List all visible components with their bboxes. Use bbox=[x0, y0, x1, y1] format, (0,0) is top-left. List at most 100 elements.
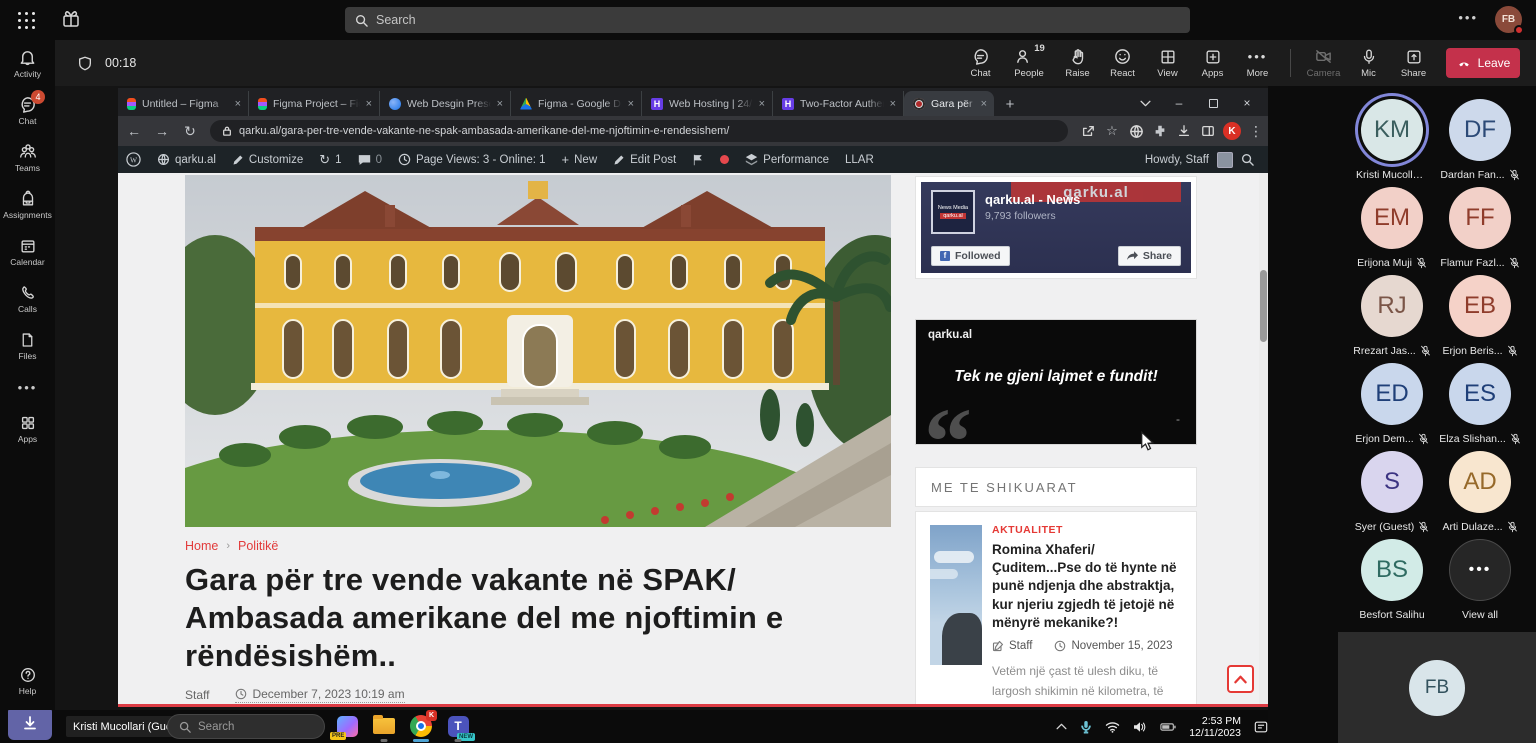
participant-avatar[interactable]: DF bbox=[1449, 99, 1511, 161]
tab-close-icon[interactable]: × bbox=[759, 98, 765, 110]
facebook-page-logo[interactable]: News Media qarku.al bbox=[931, 190, 975, 234]
participant-tile[interactable]: EB Erjon Beris... bbox=[1436, 275, 1524, 363]
meeting-view-button[interactable]: View bbox=[1145, 41, 1190, 85]
tab-close-icon[interactable]: × bbox=[366, 98, 372, 110]
browser-tab[interactable]: H Web Hosting | 24/7 S × bbox=[642, 91, 773, 116]
article-author[interactable]: Staff bbox=[185, 688, 209, 702]
tab-close-icon[interactable]: × bbox=[981, 98, 987, 110]
wp-status-dot[interactable] bbox=[712, 146, 737, 173]
side-panel-icon[interactable] bbox=[1196, 120, 1220, 142]
tab-close-icon[interactable]: × bbox=[235, 98, 241, 110]
download-app-button[interactable] bbox=[8, 706, 52, 740]
participant-avatar[interactable]: ED bbox=[1361, 363, 1423, 425]
breadcrumb-home-link[interactable]: Home bbox=[185, 539, 218, 553]
wp-flag-icon[interactable] bbox=[684, 146, 712, 173]
wp-customize[interactable]: Customize bbox=[224, 146, 311, 173]
rail-item-teams[interactable]: Teams bbox=[0, 134, 55, 181]
browser-tab[interactable]: Web Desgin Presenta × bbox=[380, 91, 511, 116]
rail-item-calendar[interactable]: Calendar bbox=[0, 228, 55, 275]
view-all-icon[interactable]: ••• bbox=[1449, 539, 1511, 601]
rail-item-calls[interactable]: Calls bbox=[0, 275, 55, 322]
tray-chevron-icon[interactable] bbox=[1056, 723, 1067, 730]
chrome-menu-icon[interactable]: ⋮ bbox=[1244, 120, 1268, 142]
tray-clock[interactable]: 2:53 PM 12/11/2023 bbox=[1189, 715, 1241, 739]
chrome-profile-avatar[interactable]: K bbox=[1223, 122, 1241, 140]
forward-button[interactable]: → bbox=[150, 119, 174, 143]
participant-avatar[interactable]: BS bbox=[1361, 539, 1423, 601]
facebook-followed-button[interactable]: f Followed bbox=[931, 246, 1010, 266]
rail-item-activity[interactable]: Activity bbox=[0, 40, 55, 87]
back-button[interactable]: ← bbox=[122, 119, 146, 143]
tray-battery-icon[interactable] bbox=[1160, 722, 1176, 732]
address-bar[interactable]: qarku.al/gara-per-tre-vende-vakante-ne-s… bbox=[210, 120, 1068, 142]
tray-volume-icon[interactable] bbox=[1133, 721, 1147, 733]
extensions-puzzle-icon[interactable] bbox=[1148, 120, 1172, 142]
participant-tile[interactable]: ES Elza Slishan... bbox=[1436, 363, 1524, 451]
tabsearch-chevron-icon[interactable] bbox=[1128, 90, 1162, 116]
participant-tile[interactable]: RJ Rrezart Jas... bbox=[1348, 275, 1436, 363]
facebook-share-button[interactable]: Share bbox=[1118, 246, 1181, 266]
rail-item-chat[interactable]: Chat 4 bbox=[0, 87, 55, 134]
meeting-chat-button[interactable]: Chat bbox=[958, 41, 1003, 85]
meeting-people-button[interactable]: 19 People bbox=[1003, 41, 1055, 85]
window-minimize-button[interactable]: – bbox=[1162, 90, 1196, 116]
meeting-camera-button[interactable]: Camera bbox=[1301, 41, 1346, 85]
wp-edit-post[interactable]: Edit Post bbox=[605, 146, 684, 173]
participant-avatar[interactable]: EM bbox=[1361, 187, 1423, 249]
meeting-apps-button[interactable]: Apps bbox=[1190, 41, 1235, 85]
notification-center-icon[interactable] bbox=[1254, 720, 1268, 734]
file-explorer-taskbar-icon[interactable] bbox=[371, 713, 397, 739]
tray-wifi-icon[interactable] bbox=[1105, 721, 1120, 733]
wp-search-icon[interactable] bbox=[1241, 153, 1254, 166]
participant-tile[interactable]: BS Besfort Salihu bbox=[1348, 539, 1436, 627]
participant-avatar[interactable]: AD bbox=[1449, 451, 1511, 513]
rail-item-more[interactable]: ••• bbox=[0, 369, 55, 405]
tab-close-icon[interactable]: × bbox=[890, 98, 896, 110]
widgets-taskbar-icon[interactable]: PRE bbox=[334, 713, 360, 739]
chrome-taskbar-icon[interactable]: K bbox=[408, 713, 434, 739]
tab-close-icon[interactable]: × bbox=[628, 98, 634, 110]
participant-tile[interactable]: EM Erijona Muji bbox=[1348, 187, 1436, 275]
participant-avatar[interactable]: S bbox=[1361, 451, 1423, 513]
breadcrumb-section-link[interactable]: Politikë bbox=[238, 539, 278, 553]
waffle-menu-icon[interactable] bbox=[18, 12, 36, 30]
participant-avatar[interactable]: KM bbox=[1361, 99, 1423, 161]
browser-tab[interactable]: H Two-Factor Authentic × bbox=[773, 91, 904, 116]
new-tab-button[interactable]: + bbox=[998, 92, 1022, 116]
wp-user-avatar[interactable] bbox=[1217, 152, 1233, 168]
card-title[interactable]: Romina Xhaferi/Çuditem...Pse do të hynte… bbox=[992, 541, 1182, 632]
taskbar-search[interactable]: Search bbox=[167, 714, 325, 739]
page-scrollbar[interactable] bbox=[1259, 173, 1268, 705]
downloads-icon[interactable] bbox=[1172, 120, 1196, 142]
meeting-share-button[interactable]: Share bbox=[1391, 41, 1436, 85]
card-category[interactable]: AKTUALITET bbox=[992, 524, 1182, 536]
extension-globe-icon[interactable] bbox=[1124, 120, 1148, 142]
wp-page-views[interactable]: Page Views: 3 - Online: 1 bbox=[390, 146, 554, 173]
meeting-react-button[interactable]: React bbox=[1100, 41, 1145, 85]
most-viewed-card[interactable]: AKTUALITET Romina Xhaferi/Çuditem...Pse … bbox=[915, 511, 1197, 705]
meeting-mic-button[interactable]: Mic bbox=[1346, 41, 1391, 85]
meeting-raise-button[interactable]: Raise bbox=[1055, 41, 1100, 85]
teams-search-input[interactable]: Search bbox=[345, 7, 1190, 33]
wp-howdy[interactable]: Howdy, Staff bbox=[1145, 154, 1209, 166]
participant-tile[interactable]: DF Dardan Fan... bbox=[1436, 99, 1524, 187]
participant-tile[interactable]: FF Flamur Fazl... bbox=[1436, 187, 1524, 275]
wp-new[interactable]: + New bbox=[554, 146, 606, 173]
participant-tile[interactable]: ED Erjon Dem... bbox=[1348, 363, 1436, 451]
tray-mic-icon[interactable] bbox=[1080, 720, 1092, 734]
facebook-page-name[interactable]: qarku.al - News bbox=[985, 192, 1080, 207]
rail-item-assignments[interactable]: Assignments bbox=[0, 181, 55, 228]
participant-tile[interactable]: S Syer (Guest) bbox=[1348, 451, 1436, 539]
scroll-to-top-button[interactable] bbox=[1227, 665, 1254, 693]
view-all-tile[interactable]: ••• View all bbox=[1436, 539, 1524, 627]
titlebar-avatar[interactable]: FB bbox=[1495, 6, 1522, 33]
wp-site-menu[interactable]: qarku.al bbox=[149, 146, 224, 173]
teams-taskbar-icon[interactable]: T NEW bbox=[445, 713, 471, 739]
wp-llar[interactable]: LLAR bbox=[837, 146, 882, 173]
wp-performance[interactable]: Performance bbox=[737, 146, 837, 173]
bookmark-star-icon[interactable]: ☆ bbox=[1100, 120, 1124, 142]
wp-logo-menu[interactable]: W bbox=[118, 146, 149, 173]
window-close-button[interactable]: × bbox=[1230, 90, 1264, 116]
browser-tab[interactable]: Figma Project – Figm × bbox=[249, 91, 380, 116]
participant-tile[interactable]: AD Arti Dulaze... bbox=[1436, 451, 1524, 539]
